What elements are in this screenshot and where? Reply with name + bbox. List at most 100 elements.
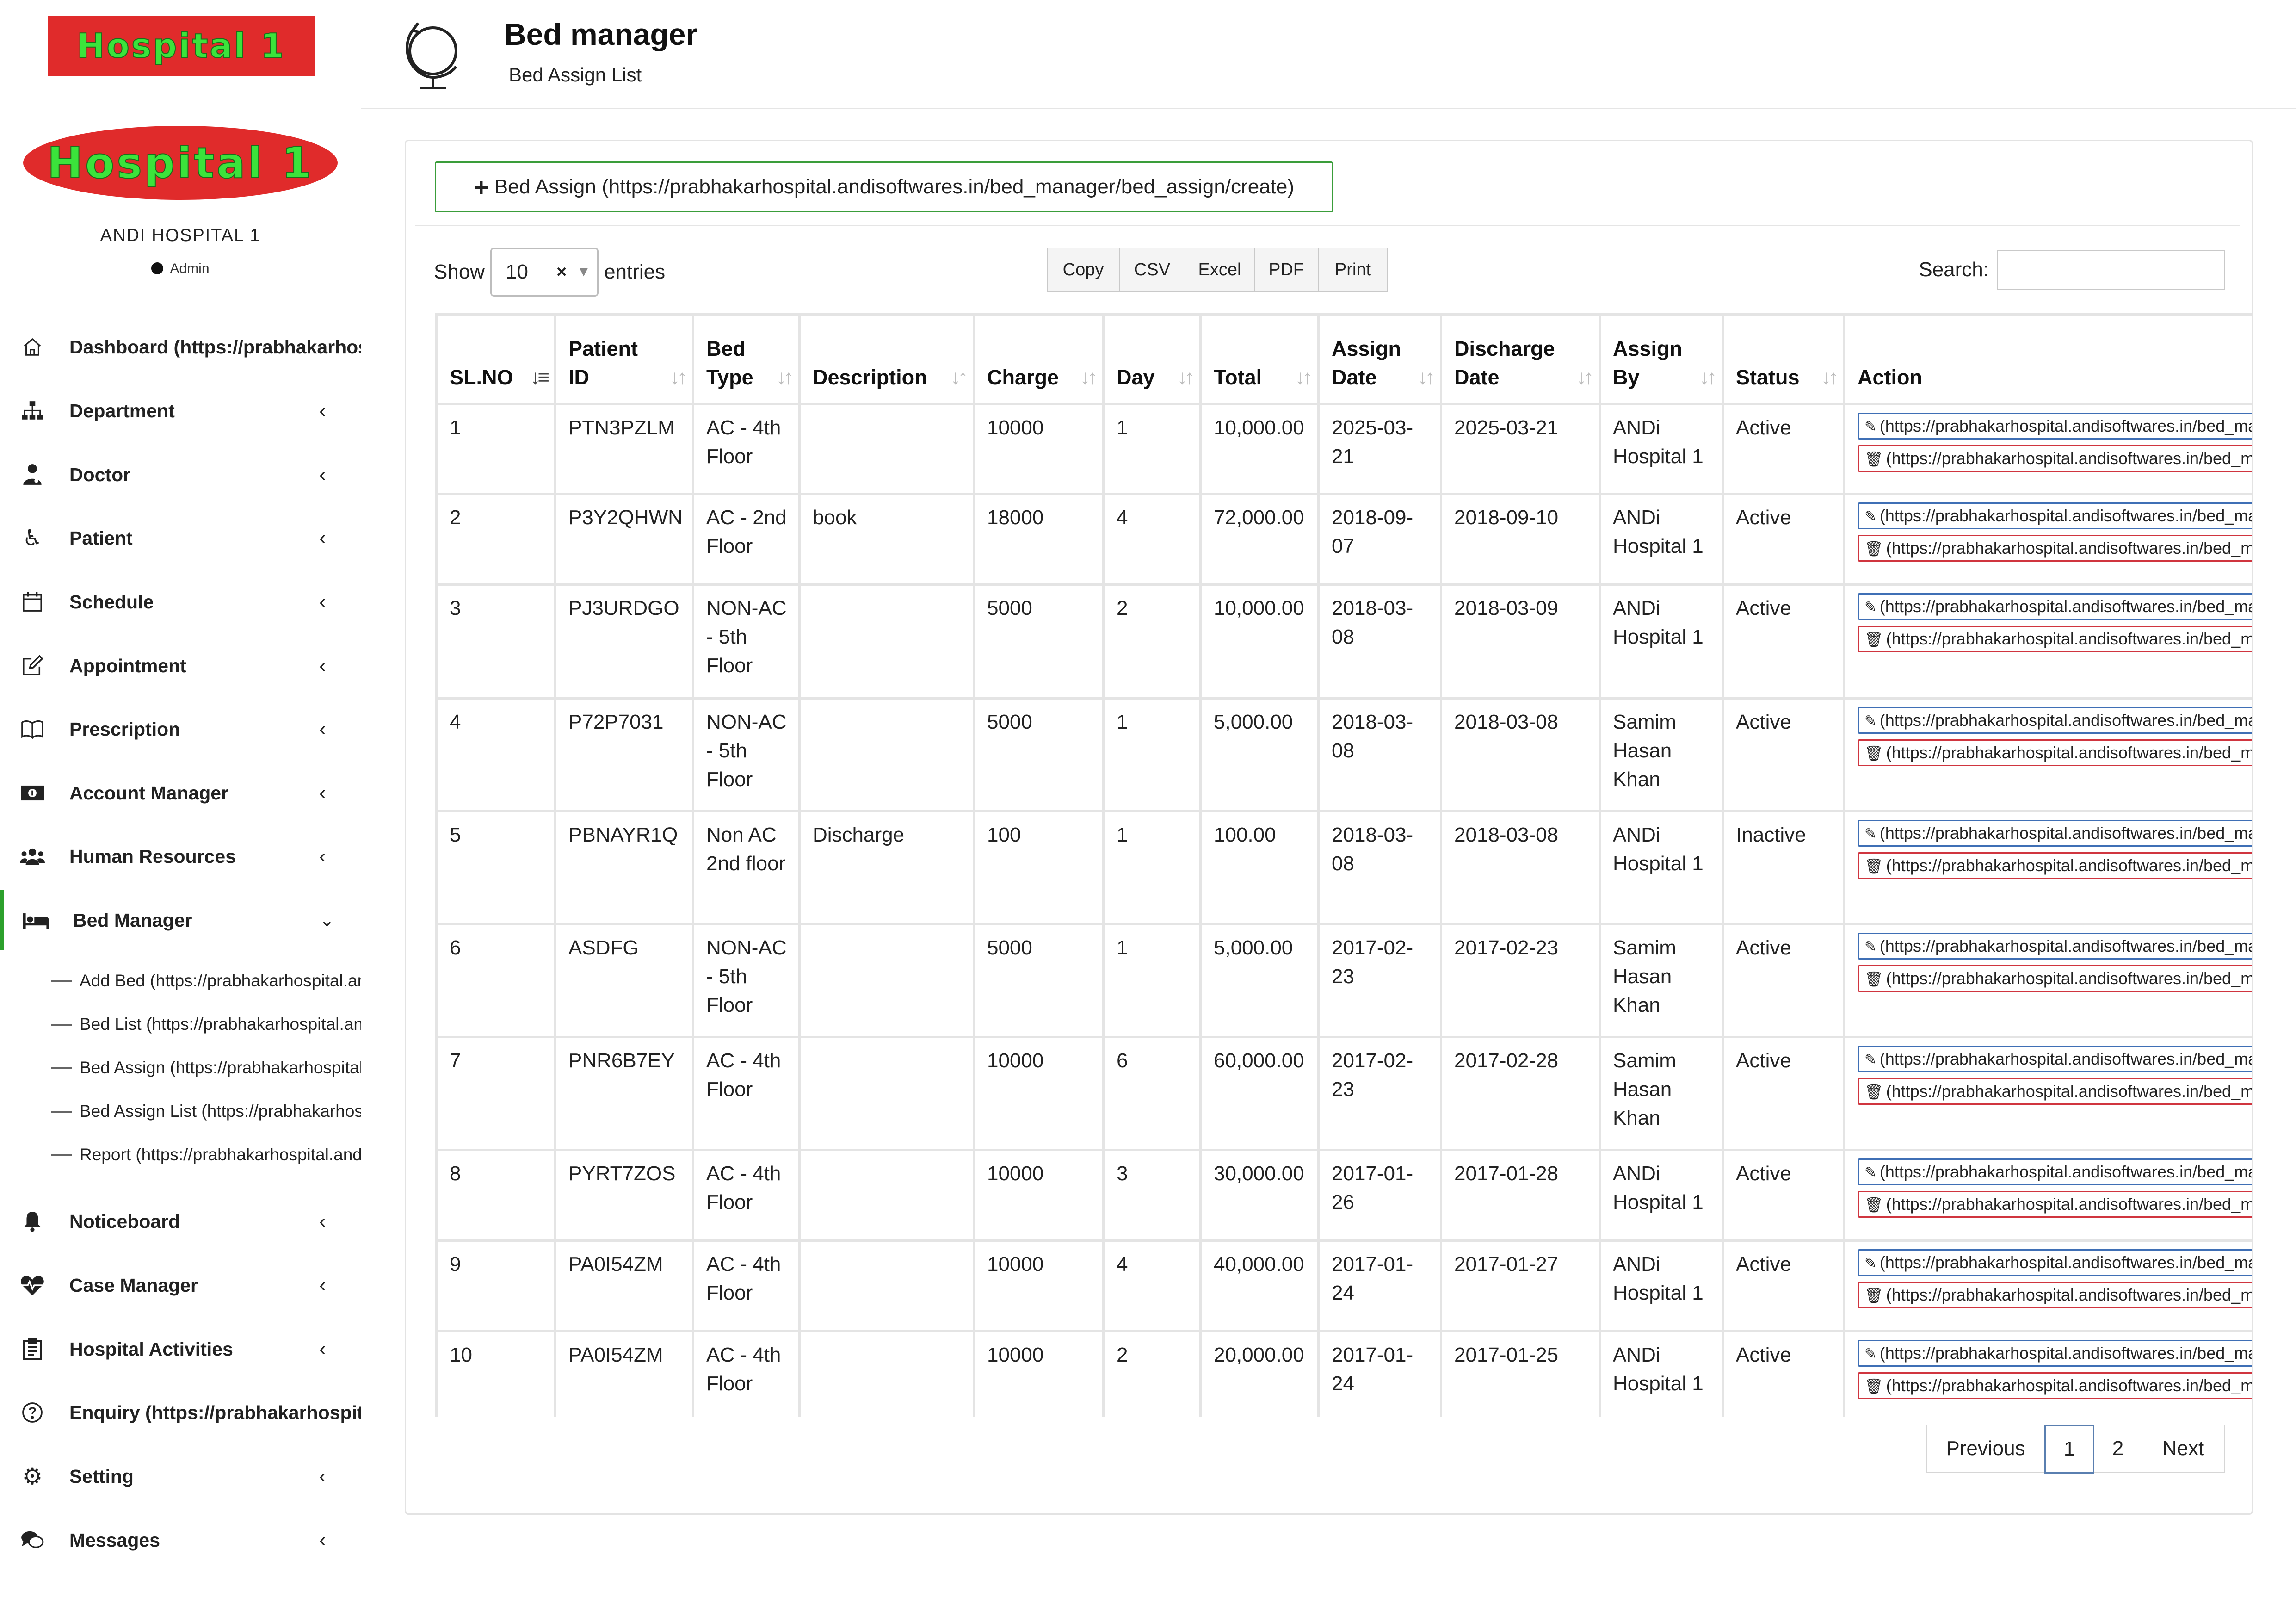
sidebar-item-appointment[interactable]: Appointment ‹ [0, 643, 361, 689]
delete-link-label: (https://prabhakarhospital.andisoftwares… [1886, 969, 2252, 988]
chevron-left-icon: ‹ [319, 1338, 326, 1360]
sidebar-item-account-manager[interactable]: Account Manager ‹ [0, 770, 361, 816]
sidebar-item-patient[interactable]: ♿ Patient ‹ [0, 515, 361, 561]
delete-button[interactable]: 🗑 (https://prabhakarhospital.andisoftware… [1858, 1282, 2252, 1308]
cell-assign-by: ANDi Hospital 1 [1599, 1239, 1724, 1332]
cell-assign-date: 2018-03-08 [1317, 583, 1442, 700]
delete-button[interactable]: 🗑 (https://prabhakarhospital.andisoftware… [1858, 626, 2252, 652]
sidebar-item-label: Dashboard (https://prabhakarhospital.and… [69, 336, 361, 358]
book-icon [19, 715, 46, 743]
table-row: 6 ASDFG NON-AC - 5th Floor 5000 1 5,000.… [435, 923, 2252, 1038]
delete-button[interactable]: 🗑 (https://prabhakarhospital.andisoftware… [1858, 445, 2252, 472]
user-role-label: Admin [170, 261, 210, 276]
submenu-item-report[interactable]: Report (https://prabhakarhospital.andiso… [0, 1136, 361, 1173]
column-header-discharge-date[interactable]: Discharge Date ↓↑ [1440, 313, 1601, 405]
delete-button[interactable]: 🗑 (https://prabhakarhospital.andisoftware… [1858, 1191, 2252, 1218]
edit-button[interactable]: ✎ (https://prabhakarhospital.andisoftware… [1858, 1340, 2252, 1367]
cell-charge: 10000 [973, 1036, 1105, 1151]
column-header-bed-type[interactable]: Bed Type ↓↑ [692, 313, 801, 405]
chevron-left-icon: ‹ [319, 399, 326, 422]
sidebar-item-department[interactable]: Department ‹ [0, 388, 361, 434]
hospital-logo-banner[interactable]: Hospital 1 [48, 16, 315, 76]
cell-charge: 5000 [973, 583, 1105, 700]
sort-icon: ↓↑ [670, 366, 687, 389]
delete-link-label: (https://prabhakarhospital.andisoftwares… [1886, 1082, 2252, 1101]
bed-assign-create-button[interactable]: + Bed Assign (https://prabhakarhospital.… [435, 161, 1333, 212]
delete-button[interactable]: 🗑 (https://prabhakarhospital.andisoftware… [1858, 1372, 2252, 1399]
column-header-total[interactable]: Total ↓↑ [1199, 313, 1320, 405]
page-title: Bed manager [504, 17, 698, 51]
delete-button[interactable]: 🗑 (https://prabhakarhospital.andisoftware… [1858, 1078, 2252, 1105]
column-header-charge[interactable]: Charge ↓↑ [973, 313, 1105, 405]
cell-day: 2 [1102, 1330, 1202, 1417]
cell-action: ✎ (https://prabhakarhospital.andisoftware… [1843, 1036, 2252, 1151]
column-header-assign-date[interactable]: Assign Date ↓↑ [1317, 313, 1442, 405]
chevron-left-icon: ‹ [319, 1465, 326, 1487]
cell-assign-by: ANDi Hospital 1 [1599, 810, 1724, 925]
entries-select[interactable]: 10 × ▼ [490, 248, 599, 297]
edit-button[interactable]: ✎ (https://prabhakarhospital.andisoftware… [1858, 707, 2252, 734]
column-header-day[interactable]: Day ↓↑ [1102, 313, 1202, 405]
copy-button[interactable]: Copy [1047, 248, 1120, 292]
edit-button[interactable]: ✎ (https://prabhakarhospital.andisoftware… [1858, 1158, 2252, 1185]
delete-button[interactable]: 🗑 (https://prabhakarhospital.andisoftware… [1858, 852, 2252, 879]
cell-day: 1 [1102, 810, 1202, 925]
cell-description [798, 1239, 975, 1332]
search-input[interactable] [1997, 250, 2225, 290]
cell-action: ✎ (https://prabhakarhospital.andisoftware… [1843, 923, 2252, 1038]
sidebar-item-schedule[interactable]: Schedule ‹ [0, 579, 361, 625]
submenu-item-bed-list[interactable]: Bed List (https://prabhakarhospital.andi… [0, 1006, 361, 1043]
column-header-status[interactable]: Status ↓↑ [1722, 313, 1845, 405]
edit-button[interactable]: ✎ (https://prabhakarhospital.andisoftware… [1858, 502, 2252, 529]
delete-button[interactable]: 🗑 (https://prabhakarhospital.andisoftware… [1858, 739, 2252, 766]
edit-button[interactable]: ✎ (https://prabhakarhospital.andisoftware… [1858, 413, 2252, 440]
next-page-button[interactable]: Next [2142, 1425, 2225, 1473]
sidebar-item-case-manager[interactable]: Case Manager ‹ [0, 1262, 361, 1308]
column-header-assign-by[interactable]: Assign By ↓↑ [1599, 313, 1724, 405]
sidebar-item-enquiry[interactable]: Enquiry (https://prabhakarhospital.andis… [0, 1389, 361, 1436]
sidebar-item-label: Setting [69, 1465, 134, 1487]
cell-action: ✎ (https://prabhakarhospital.andisoftware… [1843, 583, 2252, 700]
sidebar-item-setting[interactable]: ⚙ Setting ‹ [0, 1453, 361, 1499]
cell-status: Active [1722, 1149, 1845, 1242]
edit-button[interactable]: ✎ (https://prabhakarhospital.andisoftware… [1858, 1046, 2252, 1072]
edit-button[interactable]: ✎ (https://prabhakarhospital.andisoftware… [1858, 1249, 2252, 1276]
sidebar-item-prescription[interactable]: Prescription ‹ [0, 706, 361, 752]
excel-button[interactable]: Excel [1185, 248, 1255, 292]
cell-total: 100.00 [1199, 810, 1320, 925]
delete-button[interactable]: 🗑 (https://prabhakarhospital.andisoftware… [1858, 965, 2252, 992]
page-button-2[interactable]: 2 [2093, 1425, 2142, 1473]
column-header-label: Description [813, 365, 927, 389]
print-button[interactable]: Print [1318, 248, 1388, 292]
sidebar-item-human-resources[interactable]: Human Resources ‹ [0, 833, 361, 880]
sidebar-item-dashboard[interactable]: Dashboard (https://prabhakarhospital.and… [0, 324, 361, 370]
edit-icon: ✎ [1864, 1051, 1877, 1068]
delete-button[interactable]: 🗑 (https://prabhakarhospital.andisoftware… [1858, 535, 2252, 562]
pdf-button[interactable]: PDF [1254, 248, 1319, 292]
cell-day: 6 [1102, 1036, 1202, 1151]
edit-link-label: (https://prabhakarhospital.andisoftwares… [1879, 824, 2252, 842]
sidebar-item-messages[interactable]: Messages ‹ [0, 1517, 361, 1563]
edit-button[interactable]: ✎ (https://prabhakarhospital.andisoftware… [1858, 593, 2252, 620]
submenu-item-bed-assign[interactable]: Bed Assign (https://prabhakarhospital.an… [0, 1049, 361, 1086]
cell-patient-id: PA0I54ZM [554, 1330, 694, 1417]
sidebar-item-doctor[interactable]: Doctor ‹ [0, 452, 361, 498]
clear-icon[interactable]: × [556, 262, 567, 282]
edit-button[interactable]: ✎ (https://prabhakarhospital.andisoftware… [1858, 933, 2252, 960]
sidebar-item-noticeboard[interactable]: Noticeboard ‹ [0, 1198, 361, 1245]
page-subtitle: Bed Assign List [509, 64, 642, 86]
page-button-1[interactable]: 1 [2044, 1425, 2094, 1474]
column-header-description[interactable]: Description ↓↑ [798, 313, 975, 405]
sidebar-item-hospital-activities[interactable]: Hospital Activities ‹ [0, 1326, 361, 1372]
home-icon [19, 333, 46, 361]
csv-button[interactable]: CSV [1119, 248, 1185, 292]
column-header-sl-no[interactable]: SL.NO ↓≡ [435, 313, 556, 405]
submenu-item-add-bed[interactable]: Add Bed (https://prabhakarhospital.andis… [0, 962, 361, 999]
edit-button[interactable]: ✎ (https://prabhakarhospital.andisoftware… [1858, 820, 2252, 847]
delete-link-label: (https://prabhakarhospital.andisoftwares… [1886, 856, 2252, 875]
previous-page-button[interactable]: Previous [1926, 1425, 2045, 1473]
submenu-item-bed-assign-list[interactable]: Bed Assign List (https://prabhakarhospit… [0, 1093, 361, 1130]
column-header-patient-id[interactable]: Patient ID ↓↑ [554, 313, 694, 405]
sidebar-item-label: Bed Manager [73, 909, 192, 931]
sidebar-item-bed-manager[interactable]: Bed Manager ⌄ [0, 897, 361, 943]
